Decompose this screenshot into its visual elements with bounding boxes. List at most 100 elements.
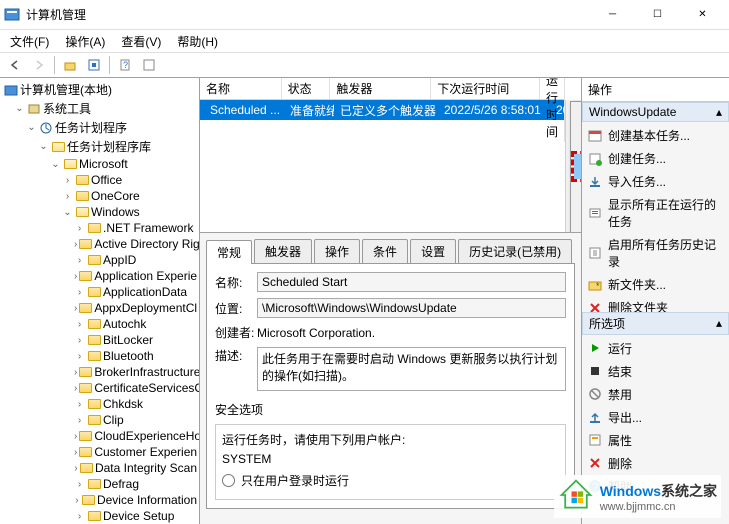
tree-onecore[interactable]: ›OneCore xyxy=(2,188,197,204)
radio-logon-only[interactable] xyxy=(222,474,235,487)
tree-scheduler[interactable]: ⌄任务计划程序 xyxy=(2,118,197,137)
tree-folder-item[interactable]: ›BitLocker xyxy=(2,332,197,348)
tree-folder-item[interactable]: ›AppxDeploymentCl xyxy=(2,300,197,316)
tab-conditions[interactable]: 条件 xyxy=(362,239,408,263)
minimize-button[interactable]: ─ xyxy=(590,0,635,29)
tree-folder-item[interactable]: ›Autochk xyxy=(2,316,197,332)
tree-toggle[interactable]: › xyxy=(74,479,85,490)
cm-delete[interactable]: 删除(D) xyxy=(571,231,581,233)
action-export[interactable]: 导出... xyxy=(582,406,729,429)
tree-toggle[interactable]: › xyxy=(74,367,77,378)
action-calendar[interactable]: 创建基本任务... xyxy=(582,124,729,147)
tree-toggle[interactable]: › xyxy=(74,511,85,522)
menu-view[interactable]: 查看(V) xyxy=(113,31,169,52)
action-disable[interactable]: 禁用 xyxy=(582,383,729,406)
tree-toggle[interactable]: › xyxy=(62,191,73,202)
tab-triggers[interactable]: 触发器 xyxy=(254,239,312,263)
task-row-selected[interactable]: Scheduled ... 准备就绪 已定义多个触发器 2022/5/26 8:… xyxy=(200,100,565,120)
menu-help[interactable]: 帮助(H) xyxy=(169,31,226,52)
back-button[interactable] xyxy=(4,54,26,76)
tree-toggle[interactable]: ⌄ xyxy=(50,159,61,170)
maximize-button[interactable]: ☐ xyxy=(635,0,680,29)
action-delete-folder[interactable]: 删除文件夹 xyxy=(582,296,729,312)
tree-folder-item[interactable]: ›AppID xyxy=(2,252,197,268)
tab-history[interactable]: 历史记录(已禁用) xyxy=(458,239,572,263)
tree-toggle[interactable]: › xyxy=(74,431,77,442)
action-import[interactable]: 导入任务... xyxy=(582,170,729,193)
tree-folder-item[interactable]: ›Device Information xyxy=(2,492,197,508)
tree-toggle[interactable]: › xyxy=(74,287,85,298)
tree-toggle[interactable]: ⌄ xyxy=(26,122,37,133)
tree-toggle[interactable]: › xyxy=(74,303,77,314)
close-button[interactable]: ✕ xyxy=(680,0,725,29)
action-show-running[interactable]: 显示所有正在运行的任务 xyxy=(582,193,729,233)
tree-folder-item[interactable]: ›Clip xyxy=(2,412,197,428)
forward-button[interactable] xyxy=(28,54,50,76)
tree-systools[interactable]: ⌄系统工具 xyxy=(2,99,197,118)
col-status[interactable]: 状态 xyxy=(282,78,331,99)
tree-folder-item[interactable]: ›Chkdsk xyxy=(2,396,197,412)
tree-toggle[interactable]: › xyxy=(74,319,85,330)
tree-folder-item[interactable]: ›.NET Framework xyxy=(2,220,197,236)
action-new-task[interactable]: 创建任务... xyxy=(582,147,729,170)
section-collapse-icon[interactable]: ▴ xyxy=(716,316,722,330)
tree-folder-item[interactable]: ›CertificateServicesC xyxy=(2,380,197,396)
col-next[interactable]: 下次运行时间 xyxy=(431,78,540,99)
section-collapse-icon[interactable]: ▴ xyxy=(716,105,722,119)
tree-folder-item[interactable]: ›Bluetooth xyxy=(2,348,197,364)
action-end[interactable]: 结束 xyxy=(582,360,729,383)
cm-properties[interactable]: 属性(P) xyxy=(571,206,581,231)
tree-toggle[interactable]: › xyxy=(74,383,77,394)
action-history[interactable]: 启用所有任务历史记录 xyxy=(582,233,729,273)
help-button[interactable]: ? xyxy=(114,54,136,76)
up-button[interactable] xyxy=(59,54,81,76)
menu-file[interactable]: 文件(F) xyxy=(2,31,57,52)
tree-toggle[interactable]: › xyxy=(74,447,77,458)
tree-toggle[interactable]: › xyxy=(74,415,85,426)
tab-general[interactable]: 常规 xyxy=(206,240,252,264)
action-properties[interactable]: 属性 xyxy=(582,429,729,452)
tree-microsoft[interactable]: ⌄Microsoft xyxy=(2,156,197,172)
tree-toggle[interactable]: › xyxy=(62,175,73,186)
action-new-folder[interactable]: *新文件夹... xyxy=(582,273,729,296)
tree-toggle[interactable]: › xyxy=(74,351,85,362)
refresh-button[interactable] xyxy=(83,54,105,76)
tree-root[interactable]: 计算机管理(本地) xyxy=(2,80,197,99)
tree-windows[interactable]: ⌄Windows xyxy=(2,204,197,220)
col-name[interactable]: 名称 xyxy=(200,78,282,99)
cm-end[interactable]: 结束(E) xyxy=(571,127,581,152)
tree-folder-item[interactable]: ›Data Integrity Scan xyxy=(2,460,197,476)
tree-folder-item[interactable]: ›Device Setup xyxy=(2,508,197,524)
tree-toggle[interactable]: › xyxy=(74,239,77,250)
tree-toggle[interactable]: › xyxy=(74,271,77,282)
action-delete[interactable]: 删除 xyxy=(582,452,729,475)
tree-schedlib[interactable]: ⌄任务计划程序库 xyxy=(2,137,197,156)
tree-toggle[interactable]: › xyxy=(74,255,85,266)
tree-office[interactable]: ›Office xyxy=(2,172,197,188)
tree-toggle[interactable]: › xyxy=(74,495,80,506)
menu-action[interactable]: 操作(A) xyxy=(57,31,113,52)
tree-folder-item[interactable]: ›Application Experie xyxy=(2,268,197,284)
cm-export[interactable]: 导出(X)... xyxy=(571,181,581,206)
tree-folder-item[interactable]: ›ApplicationData xyxy=(2,284,197,300)
tree-toggle[interactable]: ⌄ xyxy=(62,207,73,218)
tree-toggle[interactable]: › xyxy=(74,223,85,234)
col-trigger[interactable]: 触发器 xyxy=(330,78,431,99)
tree-folder-item[interactable]: ›Active Directory Rig xyxy=(2,236,197,252)
tab-actions[interactable]: 操作 xyxy=(314,239,360,263)
tree-toggle[interactable]: › xyxy=(74,399,85,410)
tree-toggle[interactable]: ⌄ xyxy=(38,141,49,152)
tree-toggle[interactable]: › xyxy=(74,463,78,474)
tab-settings[interactable]: 设置 xyxy=(410,239,456,263)
cm-run[interactable]: 运行(R) xyxy=(571,102,581,127)
tree-folder-item[interactable]: ›BrokerInfrastructure xyxy=(2,364,197,380)
tree-toggle[interactable]: › xyxy=(74,335,85,346)
tree-folder-item[interactable]: ›Customer Experien xyxy=(2,444,197,460)
tree-pane[interactable]: 计算机管理(本地) ⌄系统工具 ⌄任务计划程序 ⌄任务计划程序库 ⌄Micros… xyxy=(0,78,200,524)
properties-button[interactable] xyxy=(138,54,160,76)
tree-folder-item[interactable]: ›CloudExperienceHo xyxy=(2,428,197,444)
cm-disable[interactable]: 禁用(I) xyxy=(574,154,581,179)
tree-folder-item[interactable]: ›Defrag xyxy=(2,476,197,492)
action-run[interactable]: 运行 xyxy=(582,337,729,360)
tree-toggle[interactable]: ⌄ xyxy=(14,103,25,114)
